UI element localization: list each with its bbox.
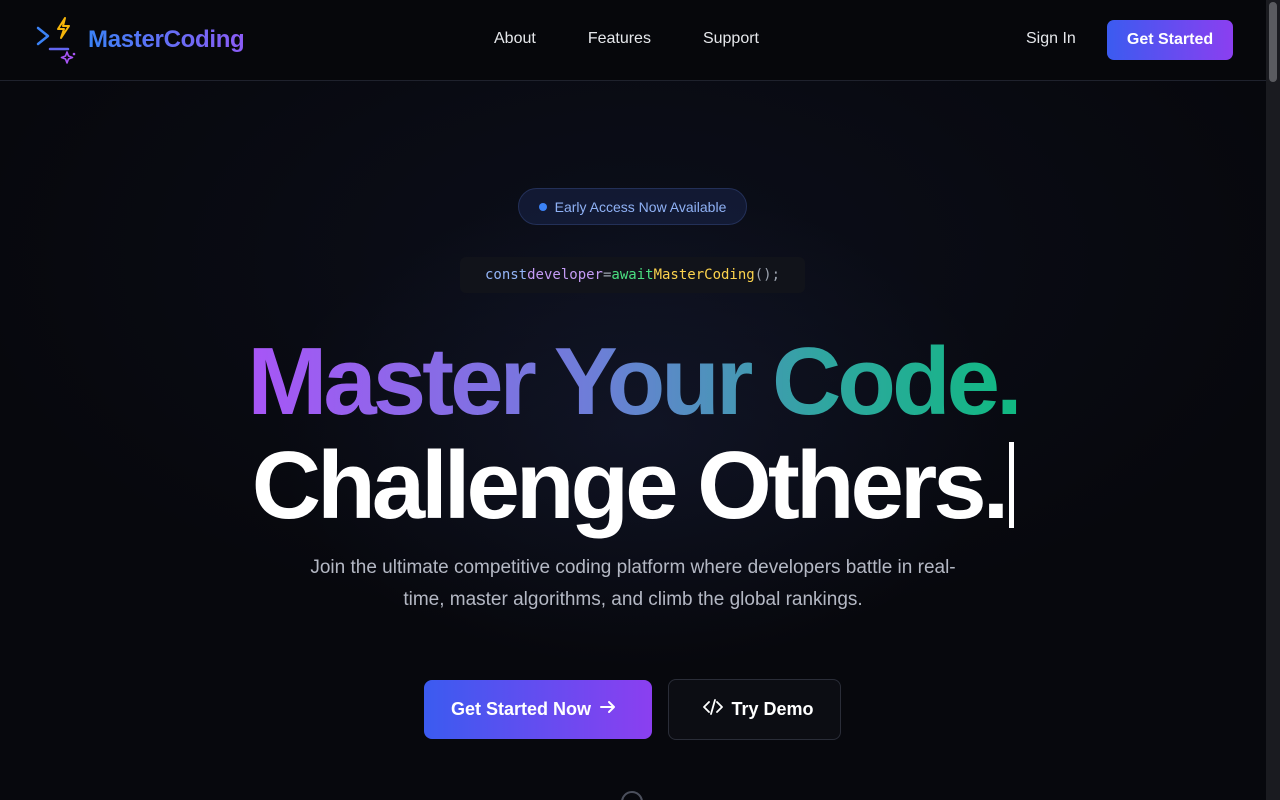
get-started-button[interactable]: Get Started [1107, 20, 1233, 60]
brand-logo[interactable]: MasterCoding [34, 16, 245, 64]
secondary-cta-label: Try Demo [731, 699, 814, 719]
nav-support[interactable]: Support [703, 30, 759, 48]
hero-headline: Master Your Code. Challenge Others. [0, 330, 1266, 538]
brand-name: MasterCoding [88, 26, 245, 53]
try-demo-button[interactable]: Try Demo [668, 679, 841, 740]
main-nav: About Features Support [494, 30, 811, 48]
headline-line-2: Challenge Others. [252, 434, 1015, 538]
hero-subtitle: Join the ultimate competitive coding pla… [310, 557, 956, 610]
code-function: MasterCoding [653, 267, 755, 283]
nav-features[interactable]: Features [588, 30, 651, 48]
early-access-badge: Early Access Now Available [518, 188, 747, 225]
typing-cursor [1009, 442, 1015, 528]
code-tail: (); [754, 267, 781, 283]
code-icon [703, 698, 724, 721]
status-dot [538, 202, 547, 211]
badge-label: Early Access Now Available [554, 198, 727, 215]
arrow-right-icon [599, 698, 617, 721]
scroll-down-icon[interactable] [621, 791, 643, 800]
nav-about[interactable]: About [494, 30, 536, 48]
site-header: MasterCoding About Features Support Sign… [0, 0, 1266, 81]
code-snippet: const developer = await MasterCoding (); [460, 257, 805, 293]
code-variable: developer [527, 267, 603, 283]
sign-in-link[interactable]: Sign In [1026, 30, 1076, 48]
page-scrollbar[interactable] [1266, 0, 1280, 800]
headline-line-2-text: Challenge Others. [251, 432, 1010, 539]
get-started-now-button[interactable]: Get Started Now [424, 680, 652, 739]
scrollbar-thumb[interactable] [1269, 2, 1277, 82]
code-keyword: const [484, 267, 528, 283]
landing-page: MasterCoding About Features Support Sign… [0, 0, 1280, 800]
primary-cta-label: Get Started Now [450, 699, 592, 719]
code-await: await [611, 267, 654, 283]
terminal-bolt-icon [34, 16, 78, 64]
code-operator: = [602, 267, 612, 283]
headline-line-1: Master Your Code. [247, 328, 1022, 435]
